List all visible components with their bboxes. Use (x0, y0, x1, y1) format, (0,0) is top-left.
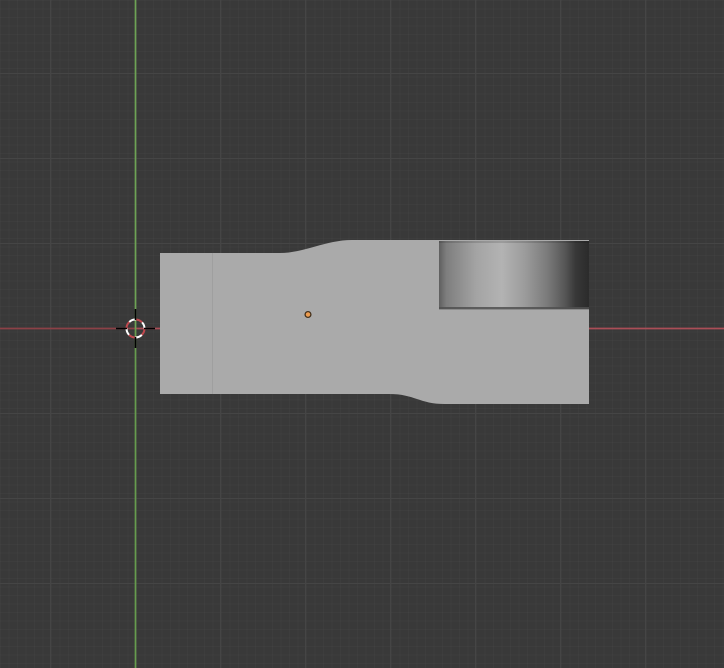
mesh-cylinder-bottom-shadow (439, 307, 589, 309)
blender-3d-viewport[interactable] (0, 0, 724, 668)
mesh-cylinder-face[interactable] (439, 241, 589, 309)
mesh-cylinder-top-shade (439, 241, 589, 243)
mesh-object[interactable] (160, 240, 589, 404)
object-origin-dot[interactable] (305, 312, 311, 318)
